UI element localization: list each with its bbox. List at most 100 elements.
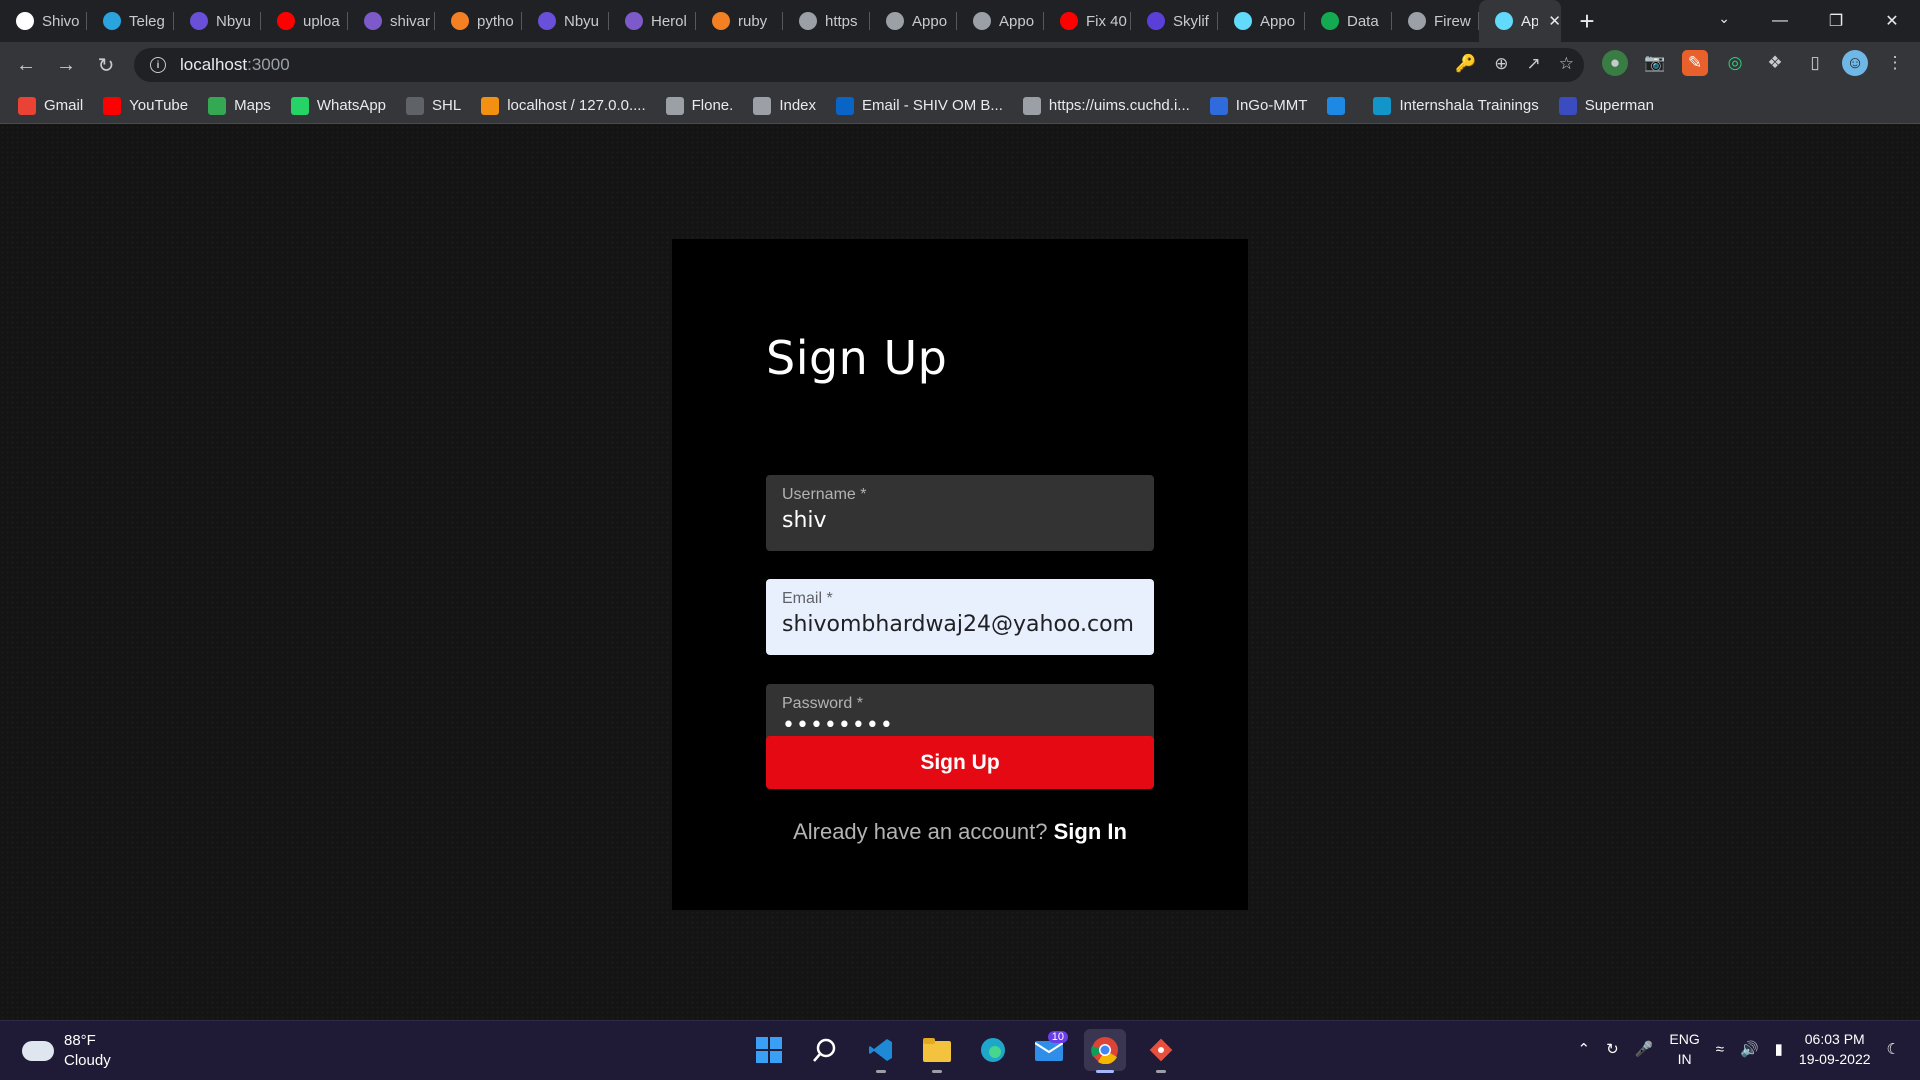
reload-icon[interactable]: ↻ xyxy=(86,45,126,85)
running-indicator xyxy=(932,1070,942,1073)
clock[interactable]: 06:03 PM 19-09-2022 xyxy=(1799,1029,1871,1069)
phpmyadmin-icon xyxy=(481,96,500,115)
language-indicator[interactable]: ENG IN xyxy=(1669,1029,1699,1069)
bookmark-label: Email - SHIV OM B... xyxy=(862,97,1003,114)
globe-icon xyxy=(886,12,904,30)
bookmark-item[interactable]: https://uims.cuchd.i... xyxy=(1022,96,1190,115)
browser-tab[interactable]: shivar xyxy=(348,0,435,42)
wifi-icon[interactable]: ≈ xyxy=(1716,1041,1724,1058)
menu-dots-icon[interactable]: ⋮ xyxy=(1882,50,1908,76)
chevron-up-icon[interactable]: ⌃ xyxy=(1578,1040,1591,1058)
bookmark-item[interactable]: localhost / 127.0.0.... xyxy=(481,96,646,115)
extension-1-icon[interactable]: ● xyxy=(1602,50,1628,76)
browser-tab[interactable]: Nbyu xyxy=(174,0,261,42)
browser-tab[interactable]: Data xyxy=(1305,0,1392,42)
bookmark-label: InGo-MMT xyxy=(1235,97,1308,114)
globe-icon xyxy=(973,12,991,30)
search-icon[interactable] xyxy=(804,1029,846,1071)
weather-widget[interactable]: 88°F Cloudy xyxy=(22,1031,111,1071)
telegram-icon xyxy=(103,12,121,30)
git-tool-icon[interactable] xyxy=(1140,1029,1182,1073)
zoom-icon[interactable]: ⊕ xyxy=(1494,54,1508,74)
tab-title: Firew xyxy=(1434,12,1471,30)
back-arrow-icon[interactable]: ← xyxy=(6,45,46,85)
site-info-icon[interactable]: i xyxy=(150,57,166,73)
browser-tab[interactable]: Shivo xyxy=(0,0,87,42)
clock-date: 19-09-2022 xyxy=(1798,1051,1871,1067)
bookmark-item[interactable]: Index xyxy=(753,96,816,115)
file-explorer-icon[interactable] xyxy=(916,1029,958,1073)
url-text[interactable]: localhost:3000 xyxy=(180,55,290,75)
new-tab-button[interactable]: + xyxy=(1567,0,1607,42)
bookmark-item[interactable]: Email - SHIV OM B... xyxy=(836,96,1003,115)
profile-avatar[interactable]: ☺ xyxy=(1842,50,1868,76)
browser-tab[interactable]: https xyxy=(783,0,870,42)
browser-tab[interactable]: Firew xyxy=(1392,0,1479,42)
signup-card: Sign Up Username * shiv Email * shivombh… xyxy=(672,239,1248,910)
tab-title: Skylif xyxy=(1173,12,1209,30)
browser-tab[interactable]: Ap ✕ xyxy=(1479,0,1561,42)
bookmark-item[interactable]: Gmail xyxy=(18,96,84,115)
side-panel-icon[interactable]: ▯ xyxy=(1802,50,1828,76)
browser-tab[interactable]: uploa xyxy=(261,0,348,42)
browser-tab[interactable]: ruby xyxy=(696,0,783,42)
heroku-icon xyxy=(625,12,643,30)
extension-orange-icon[interactable]: ✎ xyxy=(1682,50,1708,76)
url-port: :3000 xyxy=(247,55,290,74)
bookmark-item[interactable]: WhatsApp xyxy=(290,96,386,115)
bookmark-item[interactable]: Internshala Trainings xyxy=(1373,96,1539,115)
signin-link[interactable]: Sign In xyxy=(1054,819,1127,844)
vscode-icon[interactable] xyxy=(860,1029,902,1073)
password-value[interactable]: •••••••• xyxy=(782,713,1138,738)
mail-icon[interactable]: 10 xyxy=(1028,1029,1070,1071)
bookmark-item[interactable]: InGo-MMT xyxy=(1209,96,1308,115)
share-icon[interactable]: ↗ xyxy=(1527,54,1541,74)
running-indicator xyxy=(1096,1070,1114,1073)
browser-tab[interactable]: Fix 40 xyxy=(1044,0,1131,42)
signup-submit-button[interactable]: Sign Up xyxy=(766,736,1154,789)
browser-tab[interactable]: Appo xyxy=(957,0,1044,42)
minimize-icon[interactable]: — xyxy=(1752,12,1808,30)
bookmark-item[interactable]: SHL xyxy=(406,96,461,115)
tab-title: Appo xyxy=(1260,12,1296,30)
username-field[interactable]: Username * shiv xyxy=(766,475,1154,551)
bookmark-item[interactable] xyxy=(1327,96,1353,115)
bookmark-item[interactable]: Flone. xyxy=(665,96,733,115)
email-field[interactable]: Email * shivombhardwaj24@yahoo.com xyxy=(766,579,1154,655)
camera-icon[interactable]: 📷 xyxy=(1642,50,1668,76)
notification-moon-icon[interactable]: ☾ xyxy=(1887,1040,1900,1058)
close-tab-icon[interactable]: ✕ xyxy=(1548,12,1561,30)
extension-green-ring-icon[interactable]: ◎ xyxy=(1722,50,1748,76)
volume-icon[interactable]: 🔊 xyxy=(1740,1040,1759,1058)
browser-tab[interactable]: Skylif xyxy=(1131,0,1218,42)
bookmark-item[interactable]: Maps xyxy=(208,96,271,115)
browser-tab[interactable]: Appo xyxy=(1218,0,1305,42)
internshala-icon xyxy=(1373,96,1392,115)
sync-icon[interactable]: ↻ xyxy=(1606,1040,1619,1058)
signin-prompt: Already have an account? Sign In xyxy=(672,819,1248,845)
browser-tab[interactable]: Herol xyxy=(609,0,696,42)
browser-tab[interactable]: Appo xyxy=(870,0,957,42)
browser-tab[interactable]: Teleg xyxy=(87,0,174,42)
puzzle-extensions-icon[interactable]: ❖ xyxy=(1762,50,1788,76)
chrome-icon[interactable] xyxy=(1084,1029,1126,1073)
address-bar[interactable]: i localhost:3000 🔑 ⊕ ↗ ☆ xyxy=(134,48,1584,82)
bookmark-label: Gmail xyxy=(44,97,84,114)
email-value[interactable]: shivombhardwaj24@yahoo.com xyxy=(782,612,1138,637)
bookmark-star-icon[interactable]: ☆ xyxy=(1559,54,1574,74)
forward-arrow-icon[interactable]: → xyxy=(46,45,86,85)
browser-tab[interactable]: Nbyu xyxy=(522,0,609,42)
key-icon[interactable]: 🔑 xyxy=(1455,54,1476,74)
microphone-icon[interactable]: 🎤 xyxy=(1635,1040,1654,1058)
start-windows-icon[interactable] xyxy=(748,1029,790,1071)
battery-icon[interactable]: ▮ xyxy=(1775,1040,1783,1058)
close-window-icon[interactable]: ✕ xyxy=(1864,11,1920,31)
browser-tab[interactable]: pytho xyxy=(435,0,522,42)
bookmark-item[interactable]: YouTube xyxy=(103,96,188,115)
restore-icon[interactable]: ❐ xyxy=(1808,11,1864,31)
username-value[interactable]: shiv xyxy=(782,508,1138,533)
bookmark-item[interactable]: Superman xyxy=(1558,96,1654,115)
tab-search-chevron-icon[interactable]: ⌄ xyxy=(1718,10,1730,27)
edge-browser-icon[interactable] xyxy=(972,1029,1014,1071)
tab-title: Appo xyxy=(999,12,1035,30)
